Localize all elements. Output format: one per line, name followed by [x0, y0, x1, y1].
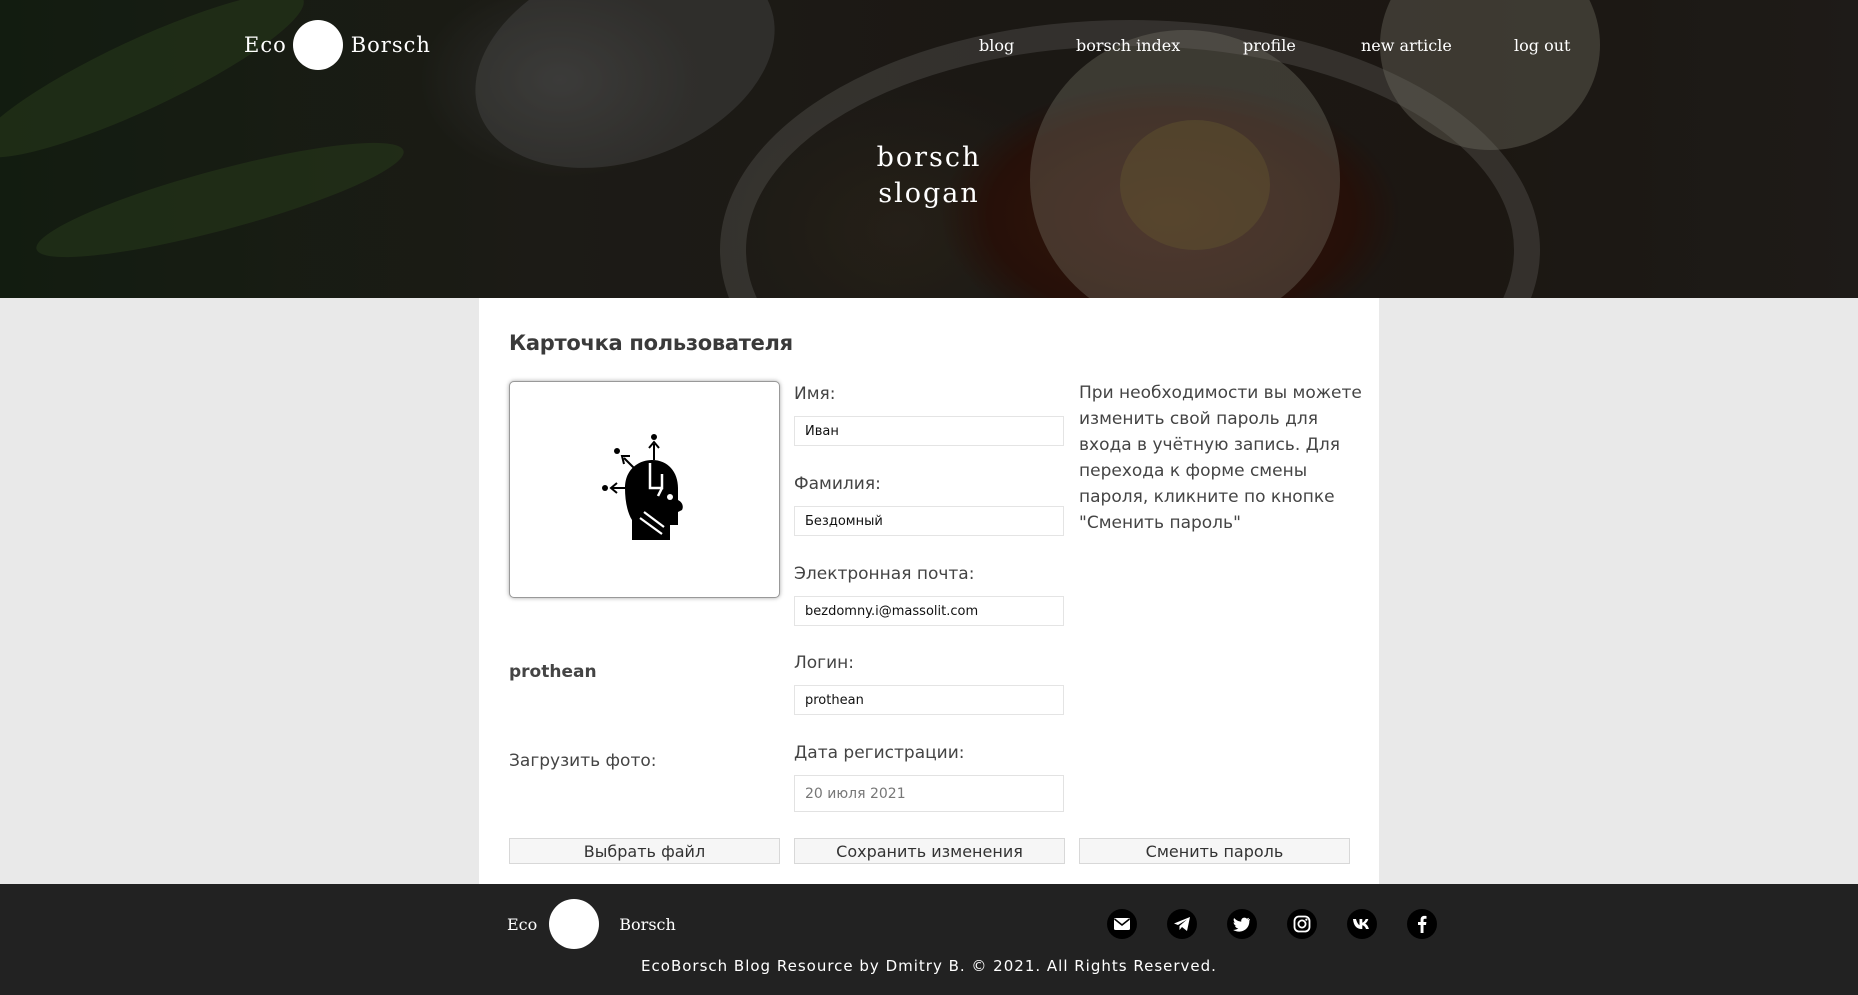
mail-icon[interactable] — [1107, 909, 1137, 939]
copyright-text: EcoBorsch Blog Resource by Dmitry B. © 2… — [641, 957, 1217, 975]
page-title: Карточка пользователя — [509, 331, 793, 355]
instagram-icon[interactable] — [1287, 909, 1317, 939]
registration-date-label: Дата регистрации: — [794, 743, 965, 763]
facebook-icon[interactable] — [1407, 909, 1437, 939]
main-nav: blog borsch index profile new article lo… — [0, 36, 1858, 58]
registration-date-field — [794, 775, 1064, 812]
email-field[interactable] — [794, 596, 1064, 626]
nav-log-out[interactable]: log out — [1514, 36, 1570, 55]
avatar — [509, 381, 780, 598]
change-password-button[interactable]: Сменить пароль — [1079, 838, 1350, 864]
last-name-label: Фамилия: — [794, 474, 881, 494]
last-name-field[interactable] — [794, 506, 1064, 536]
logo-text-left: Eco — [507, 914, 538, 934]
choose-file-button[interactable]: Выбрать файл — [509, 838, 780, 864]
nav-blog[interactable]: blog — [979, 36, 1014, 55]
login-field[interactable] — [794, 685, 1064, 715]
password-info-text: При необходимости вы можете изменить сво… — [1079, 383, 1362, 533]
footer-logo[interactable]: Eco Borsch — [507, 899, 676, 949]
logo-text-right: Borsch — [619, 914, 676, 934]
email-label: Электронная почта: — [794, 564, 975, 584]
login-label: Логин: — [794, 653, 855, 673]
vk-icon[interactable] — [1347, 909, 1377, 939]
slogan-line: slogan — [878, 178, 980, 209]
nav-profile[interactable]: profile — [1243, 36, 1296, 55]
footer: Eco Borsch EcoBorsch Blog Resource by Dm… — [0, 884, 1858, 995]
nav-borsch-index[interactable]: borsch index — [1076, 36, 1180, 55]
hero-header: Eco Borsch blog borsch index profile new… — [0, 0, 1858, 298]
username: prothean — [509, 662, 597, 682]
first-name-field[interactable] — [794, 416, 1064, 446]
user-card: Карточка пользователя prothean Загрузить… — [479, 298, 1379, 884]
upload-photo-label: Загрузить фото: — [509, 751, 657, 771]
first-name-label: Имя: — [794, 384, 836, 404]
user-head-icon — [601, 433, 683, 540]
twitter-icon[interactable] — [1227, 909, 1257, 939]
nav-new-article[interactable]: new article — [1361, 36, 1452, 55]
slogan-line: borsch — [876, 142, 982, 173]
save-changes-button[interactable]: Сохранить изменения — [794, 838, 1065, 864]
telegram-icon[interactable] — [1167, 909, 1197, 939]
logo-circle — [549, 899, 600, 949]
hero-slogan: borsch slogan — [0, 140, 1858, 212]
